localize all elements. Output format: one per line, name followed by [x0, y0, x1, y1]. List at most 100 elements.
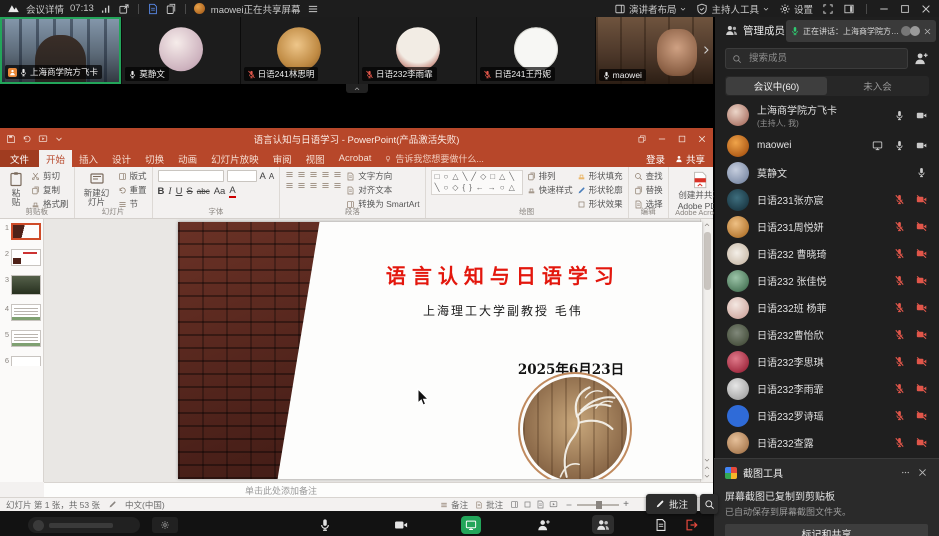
participant-row[interactable]: 日语232查露	[715, 429, 939, 456]
meeting-info-pill[interactable]	[28, 517, 140, 533]
camera-off-icon[interactable]	[916, 437, 927, 448]
participant-row[interactable]: 上海商学院方飞卡(主持人, 我)	[715, 98, 939, 132]
maximize-icon[interactable]	[899, 3, 911, 15]
slide-thumbnail-3[interactable]: 3	[2, 275, 41, 295]
camera-off-icon[interactable]	[916, 248, 927, 259]
camera-off-icon[interactable]	[916, 302, 927, 313]
sharing-menu-icon[interactable]	[307, 3, 319, 15]
font-name-combobox[interactable]	[158, 170, 224, 182]
markup-share-button[interactable]: 标记和共享	[725, 524, 928, 536]
video-tile[interactable]: 日语241林思明	[241, 17, 358, 84]
search-input[interactable]	[747, 52, 901, 65]
tab-not-joined[interactable]: 未入会	[827, 77, 928, 95]
undo-icon[interactable]	[22, 134, 32, 144]
layout-switcher-button[interactable]: 演讲者布局	[614, 2, 688, 16]
slide-thumbnail-2[interactable]: 2	[2, 249, 41, 266]
slide-thumbnail-4[interactable]: 4	[2, 304, 41, 321]
slide-thumbnail-6[interactable]: 6	[2, 356, 41, 366]
fullscreen-icon[interactable]	[822, 3, 834, 15]
scroll-up-icon[interactable]	[703, 221, 711, 229]
invite-button[interactable]	[533, 515, 555, 534]
add-member-icon[interactable]	[914, 51, 929, 66]
tab-view[interactable]: 视图	[299, 150, 332, 167]
text-direction-button[interactable]: 文字方向	[346, 170, 419, 182]
sign-in-button[interactable]: 登录	[646, 152, 665, 166]
mic-muted-icon[interactable]	[894, 356, 905, 367]
bold-button[interactable]: B	[158, 186, 165, 197]
host-tools-button[interactable]: 主持人工具	[696, 2, 770, 16]
share-button[interactable]: 共享	[675, 152, 705, 166]
chat-button[interactable]	[650, 515, 672, 534]
camera-off-icon[interactable]	[916, 383, 927, 394]
mic-muted-icon[interactable]	[894, 221, 905, 232]
language-indicator[interactable]: 中文(中国)	[125, 499, 165, 511]
shared-doc-icon[interactable]	[147, 3, 159, 15]
mic-muted-icon[interactable]	[894, 275, 905, 286]
italic-button[interactable]: I	[168, 187, 171, 197]
ribbon-options-icon[interactable]	[637, 134, 647, 144]
quick-styles-button[interactable]: 快速样式	[527, 184, 573, 196]
zoom-out-icon[interactable]	[565, 501, 573, 509]
mic-on-icon[interactable]	[894, 110, 905, 121]
mic-muted-icon[interactable]	[894, 410, 905, 421]
arrange-button[interactable]: 排列	[527, 170, 573, 182]
more-options-icon[interactable]	[900, 467, 911, 478]
clear-format-button[interactable]: abc	[197, 187, 210, 196]
video-tile[interactable]: 日语232李雨霏	[359, 17, 476, 84]
comments-toggle-button[interactable]: 批注	[475, 499, 503, 511]
next-slide-icon[interactable]	[703, 472, 711, 480]
new-slide-button[interactable]: 新建幻灯片	[80, 170, 114, 209]
collapse-strip-button[interactable]	[346, 84, 368, 93]
tab-animations[interactable]: 动画	[171, 150, 204, 167]
share-screen-button[interactable]	[461, 516, 481, 534]
shape-fill-button[interactable]: 形状填充	[577, 170, 623, 182]
cut-button[interactable]: 剪切	[31, 170, 69, 182]
ppt-maximize-icon[interactable]	[677, 134, 687, 144]
participant-row[interactable]: 日语231张亦宸	[715, 186, 939, 213]
tab-in-meeting[interactable]: 会议中(60)	[726, 77, 827, 95]
tab-review[interactable]: 审阅	[266, 150, 299, 167]
participant-row[interactable]: 日语232罗诗瑶	[715, 402, 939, 429]
camera-off-icon[interactable]	[916, 221, 927, 232]
save-icon[interactable]	[6, 134, 16, 144]
find-button[interactable]: 查找	[634, 170, 663, 182]
underline-button[interactable]: U	[176, 186, 183, 197]
replace-button[interactable]: 替换	[634, 184, 663, 196]
tell-me-box[interactable]: 告诉我您想要做什么...	[384, 150, 484, 167]
microphone-button[interactable]	[314, 515, 336, 534]
align-buttons[interactable]	[285, 181, 342, 190]
tab-slideshow[interactable]: 幻灯片放映	[204, 150, 266, 167]
audio-mode-button[interactable]	[152, 517, 178, 533]
minimize-icon[interactable]	[878, 3, 890, 15]
camera-on-icon[interactable]	[916, 140, 927, 151]
camera-off-icon[interactable]	[916, 275, 927, 286]
search-box[interactable]	[725, 48, 908, 69]
participant-row[interactable]: 日语232 张佳悦	[715, 267, 939, 294]
tab-home[interactable]: 开始	[39, 150, 72, 167]
mic-muted-icon[interactable]	[894, 329, 905, 340]
tab-transitions[interactable]: 切换	[138, 150, 171, 167]
copy-screen-icon[interactable]	[165, 3, 177, 15]
participant-row[interactable]: 日语232班 杨菲	[715, 294, 939, 321]
mic-muted-icon[interactable]	[894, 437, 905, 448]
tab-design[interactable]: 设计	[105, 150, 138, 167]
reset-button[interactable]: 重置	[118, 184, 147, 196]
tab-acrobat[interactable]: Acrobat	[332, 150, 379, 167]
slide-thumbnail-1[interactable]: 1	[2, 223, 41, 240]
settings-button[interactable]: 设置	[779, 2, 813, 16]
mic-muted-icon[interactable]	[894, 248, 905, 259]
camera-on-icon[interactable]	[916, 110, 927, 121]
paste-button[interactable]: 粘贴	[5, 170, 27, 209]
notes-toggle-button[interactable]: 备注	[440, 499, 468, 511]
grow-font-button[interactable]: A	[260, 170, 266, 182]
mic-on-icon[interactable]	[894, 140, 905, 151]
annotate-button[interactable]: 批注	[646, 494, 697, 514]
camera-off-icon[interactable]	[916, 356, 927, 367]
strikethrough-button[interactable]: S	[186, 186, 192, 197]
mic-muted-icon[interactable]	[894, 302, 905, 313]
tab-insert[interactable]: 插入	[72, 150, 105, 167]
zoom-slider[interactable]	[577, 504, 619, 506]
close-icon[interactable]	[920, 3, 932, 15]
zoom-control[interactable]: +	[565, 499, 629, 510]
participant-row[interactable]: 日语232 曹晓琦	[715, 240, 939, 267]
